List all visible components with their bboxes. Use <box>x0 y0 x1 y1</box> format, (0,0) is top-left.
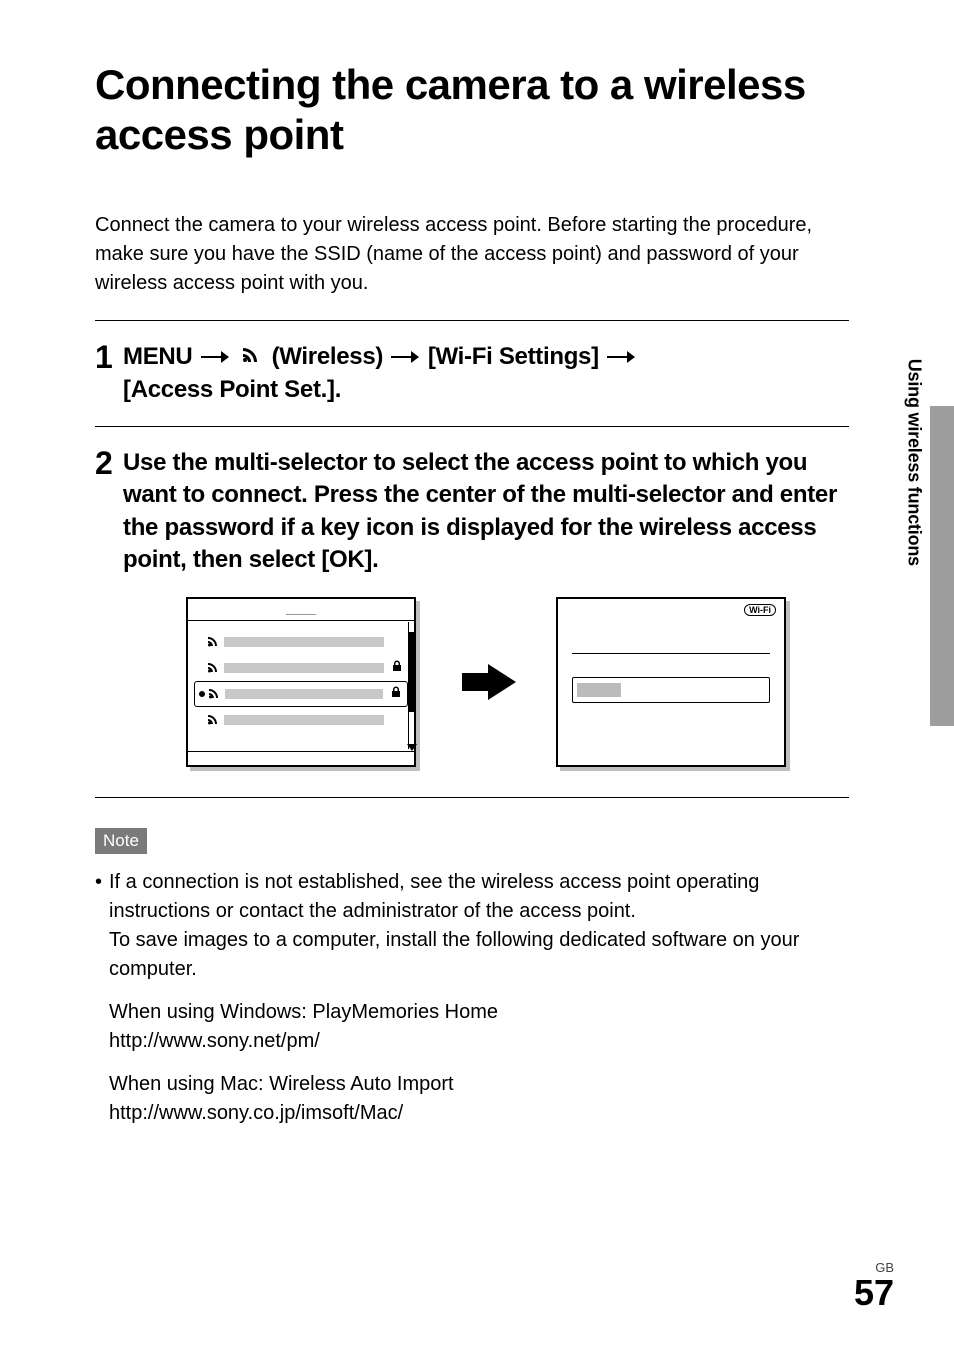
step-1: 1 MENU (Wireless) [Wi-Fi Settings] <box>95 321 849 426</box>
scrollbar-thumb <box>409 632 414 712</box>
screen-bottom-bar <box>188 751 414 765</box>
windows-line1: When using Windows: PlayMemories Home <box>109 1001 498 1023</box>
text-placeholder <box>577 683 621 697</box>
arrow-right-icon <box>391 341 419 373</box>
mac-note: When using Mac: Wireless Auto Import htt… <box>109 1070 849 1128</box>
wifi-signal-icon <box>206 711 220 728</box>
wifi-signal-icon <box>206 659 220 676</box>
wifi-row <box>198 655 404 681</box>
page-number: 57 <box>854 1275 894 1311</box>
note-bullet-text: If a connection is not established, see … <box>109 871 759 922</box>
note-save-text: To save images to a computer, install th… <box>109 929 799 980</box>
access-point-list-screen <box>186 597 416 767</box>
bullet-icon: • <box>95 868 109 984</box>
divider-line <box>572 653 770 654</box>
wireless-icon <box>239 341 261 373</box>
password-entry-screen: Wi-Fi <box>556 597 786 767</box>
ssid-placeholder <box>224 663 384 673</box>
ssid-placeholder <box>224 637 384 647</box>
mac-line1: When using Mac: Wireless Auto Import <box>109 1073 454 1095</box>
step-1-heading: MENU (Wireless) [Wi-Fi Settings] <box>123 341 849 406</box>
screen-top-bar <box>188 599 414 621</box>
wifi-badge-icon: Wi-Fi <box>744 604 776 616</box>
arrow-right-icon <box>201 341 229 373</box>
side-tab: Using wireless functions <box>910 406 954 726</box>
step-number: 2 <box>95 447 123 479</box>
selected-dot-icon <box>199 691 205 697</box>
step-number: 1 <box>95 341 123 373</box>
wifi-row <box>198 629 404 655</box>
wifi-row <box>194 681 408 707</box>
wireless-label: (Wireless) <box>272 343 384 370</box>
wifi-row <box>198 707 404 733</box>
password-input <box>572 677 770 703</box>
arrow-right-icon <box>607 341 635 373</box>
page-title: Connecting the camera to a wireless acce… <box>95 60 849 161</box>
chevron-down-icon <box>407 744 417 751</box>
mac-url: http://www.sony.co.jp/imsoft/Mac/ <box>109 1102 403 1124</box>
ssid-placeholder <box>224 715 384 725</box>
arrow-right-icon <box>488 664 516 700</box>
access-point-label: [Access Point Set.]. <box>123 376 341 403</box>
ssid-placeholder <box>225 689 383 699</box>
step-2-heading: Use the multi-selector to select the acc… <box>123 447 849 577</box>
wifi-signal-icon <box>206 633 220 650</box>
divider <box>95 797 849 798</box>
wifi-list <box>188 621 414 733</box>
note-item: • If a connection is not established, se… <box>95 868 849 984</box>
windows-note: When using Windows: PlayMemories Home ht… <box>109 998 849 1056</box>
scrollbar <box>408 622 414 749</box>
step-2: 2 Use the multi-selector to select the a… <box>95 427 849 797</box>
screens-row: Wi-Fi <box>123 597 849 767</box>
lock-icon <box>392 660 404 675</box>
note-label: Note <box>95 828 147 854</box>
page-footer: GB 57 <box>854 1260 894 1311</box>
wifi-signal-icon <box>207 685 221 702</box>
lock-icon <box>391 686 403 701</box>
menu-label: MENU <box>123 343 192 370</box>
wifi-settings-label: [Wi-Fi Settings] <box>428 343 599 370</box>
side-tab-label: Using wireless functions <box>903 359 924 566</box>
windows-url: http://www.sony.net/pm/ <box>109 1030 320 1052</box>
side-tab-bar <box>930 406 954 726</box>
intro-paragraph: Connect the camera to your wireless acce… <box>95 211 849 298</box>
top-indicator <box>286 603 316 615</box>
